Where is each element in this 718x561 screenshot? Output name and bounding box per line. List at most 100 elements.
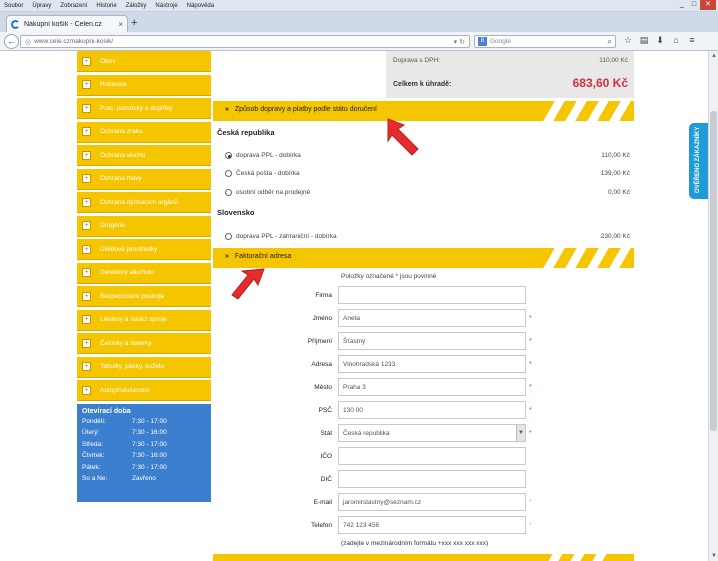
- sidebar-item-ochrana-sluchu[interactable]: + Ochrana sluchu: [77, 145, 211, 166]
- search-icon[interactable]: ⌕: [608, 37, 612, 47]
- shipping-value: 110,00 Kč: [599, 57, 628, 64]
- menu-soubor[interactable]: Soubor: [4, 3, 23, 9]
- address-bar[interactable]: ◎ www.cele.cz/nakupni-kosik/ ▾ ↻: [20, 35, 470, 48]
- company-input[interactable]: [338, 286, 526, 304]
- scroll-up-icon[interactable]: ▲: [709, 51, 718, 61]
- sidebar-item-postroje[interactable]: + Bezpečnostní postroje: [77, 286, 211, 307]
- sidebar-item-tabulky[interactable]: + Tabulky, pásky, kužele: [77, 356, 211, 378]
- menu-upravy[interactable]: Úpravy: [32, 3, 51, 9]
- verified-by-customers-tab[interactable]: OVĚŘENO ZÁKAZNÍKY: [689, 123, 708, 199]
- back-button[interactable]: ←: [4, 34, 19, 49]
- field-row-firma: Firma: [283, 286, 543, 304]
- scroll-down-icon[interactable]: ▼: [709, 551, 718, 561]
- required-fields-note: Položky označené * jsou povinné: [341, 273, 437, 280]
- shipping-option-osobni-odber[interactable]: osobní odběr na prodejně 0,00 Kč: [225, 189, 630, 196]
- shipping-option-ppl-sk[interactable]: doprava PPL - zahraniční - dobírka 230,0…: [225, 233, 630, 240]
- phone-input[interactable]: 742 123 456: [338, 516, 526, 534]
- billing-section-header[interactable]: » Fakturační adresa: [213, 248, 634, 268]
- chevron-down-icon[interactable]: ▼: [516, 425, 525, 441]
- reload-icon[interactable]: ▾ ↻: [454, 38, 465, 46]
- hours-row: Čtvrtek: 7:30 - 16:00: [82, 452, 167, 460]
- toolbar-icons: ☆ ▤ ⬇ ⌂ ≡: [620, 35, 700, 46]
- menu-zalozky[interactable]: Záložky: [126, 3, 147, 9]
- page-scrollbar[interactable]: ▲ ▼: [708, 51, 718, 561]
- close-tab-icon[interactable]: ×: [118, 20, 123, 29]
- sidebar-item-lekarny[interactable]: + Lékárny a hasicí spreje: [77, 309, 211, 331]
- plus-icon: +: [82, 127, 91, 136]
- phone-format-hint: (zadejte v mezinárodním formátu +xxx xxx…: [341, 540, 489, 547]
- last-name-input[interactable]: Šťastný: [338, 332, 526, 350]
- radio-button[interactable]: [225, 233, 232, 240]
- browser-tab[interactable]: Nákupní košík - Celen.cz ×: [6, 15, 128, 32]
- category-sidebar: + Obuv + Rukavice + Prac. pomůcky a doplňky…: [77, 51, 211, 502]
- sidebar-item-ochrana-hlavy[interactable]: + Ochrana hlavy: [77, 168, 211, 190]
- search-placeholder: Google: [490, 38, 511, 45]
- shipping-option-ceska-posta[interactable]: Česká pošta - dobírka 139,00 Kč: [225, 170, 630, 177]
- annotation-arrow-icon: [387, 118, 419, 156]
- radio-button[interactable]: [225, 189, 232, 196]
- tab-strip: Nákupní košík - Celen.cz × +: [0, 12, 718, 32]
- radio-button[interactable]: [225, 152, 232, 159]
- sidebar-item-autoprislusenstvi[interactable]: + Autopříslušenství: [77, 380, 211, 401]
- menu-zobrazeni[interactable]: Zobrazení: [60, 3, 87, 9]
- sidebar-item-uklidove[interactable]: + Úklidové prostředky: [77, 239, 211, 260]
- minimize-button[interactable]: _: [676, 0, 688, 10]
- field-row-psc: PSČ 130 00 *: [283, 401, 543, 419]
- sidebar-item-obuv[interactable]: + Obuv: [77, 51, 211, 72]
- globe-icon: ◎: [25, 38, 32, 46]
- menu-nastroje[interactable]: Nástroje: [155, 3, 177, 9]
- bookmark-star-icon[interactable]: ☆: [620, 35, 636, 46]
- site-favicon-icon: [11, 19, 20, 29]
- sidebar-item-rukavice[interactable]: + Rukavice: [77, 74, 211, 96]
- address-input[interactable]: Vinohradská 1233: [338, 355, 526, 373]
- sidebar-item-ochrana-zraku[interactable]: + Ochrana zraku: [77, 121, 211, 143]
- field-row-prijmeni: Příjmení Šťastný *: [283, 332, 543, 350]
- sidebar-item-pomucky[interactable]: + Prac. pomůcky a doplňky: [77, 98, 211, 119]
- sidebar-item-drogerie[interactable]: + Drogérie: [77, 215, 211, 237]
- field-row-telefon: Telefon 742 123 456 *: [283, 516, 543, 534]
- sidebar-item-ochrana-dychacich[interactable]: + Ochrana dýchacích orgánů: [77, 192, 211, 213]
- next-section-header: [213, 554, 634, 561]
- scrollbar-thumb[interactable]: [710, 111, 717, 431]
- menu-historie[interactable]: Historie: [96, 3, 116, 9]
- new-tab-button[interactable]: +: [131, 17, 137, 29]
- plus-icon: +: [82, 174, 91, 183]
- shipping-label: Doprava s DPH:: [393, 57, 440, 64]
- maximize-button[interactable]: □: [688, 0, 700, 10]
- zip-input[interactable]: 130 00: [338, 401, 526, 419]
- email-input[interactable]: jaromirstastny@seznam.cz: [338, 493, 526, 511]
- order-summary: Doprava s DPH: 110,00 Kč Celkem k úhradě…: [386, 51, 634, 98]
- dic-input[interactable]: [338, 470, 526, 488]
- download-icon[interactable]: ⬇: [652, 35, 668, 46]
- section-marker: »: [225, 253, 229, 260]
- plus-icon: +: [82, 244, 91, 254]
- sidebar-item-celovky[interactable]: + Čelovky a baterky: [77, 333, 211, 354]
- plus-icon: +: [82, 362, 91, 371]
- radio-button[interactable]: [225, 170, 232, 177]
- annotation-arrow-icon: [231, 268, 265, 300]
- search-box[interactable]: 8 Google ⌕: [474, 35, 616, 48]
- menu-napoveda[interactable]: Nápověda: [187, 3, 214, 9]
- menu-icon[interactable]: ≡: [684, 35, 700, 46]
- shipping-option-ppl[interactable]: doprava PPL - dobírka 110,00 Kč: [225, 152, 630, 159]
- ico-input[interactable]: [338, 447, 526, 465]
- sidebar-item-detektory[interactable]: + Detektory alkoholu: [77, 262, 211, 284]
- city-input[interactable]: Praha 3: [338, 378, 526, 396]
- country-select[interactable]: Česká republika ▼: [338, 424, 526, 442]
- plus-icon: +: [82, 221, 91, 230]
- navigation-bar: ← ◎ www.cele.cz/nakupni-kosik/ ▾ ↻ 8 Goo…: [0, 32, 718, 51]
- plus-icon: +: [82, 150, 91, 160]
- section-marker: »: [225, 106, 229, 113]
- close-window-button[interactable]: ✕: [700, 0, 716, 10]
- hours-row: Pondělí: 7:30 - 17:00: [82, 417, 167, 425]
- field-row-email: E-mail jaromirstastny@seznam.cz *: [283, 493, 543, 511]
- field-row-adresa: Adresa Vinohradská 1233 *: [283, 355, 543, 373]
- field-row-stat: Stát Česká republika ▼ *: [283, 424, 543, 442]
- shipping-section-title: Způsob dopravy a platby podle státu doru…: [234, 106, 377, 113]
- field-row-jmeno: Jméno Aneta *: [283, 309, 543, 327]
- total-value: 683,60 Kč: [572, 76, 628, 90]
- home-icon[interactable]: ⌂: [668, 35, 684, 46]
- google-icon: 8: [478, 37, 487, 46]
- bookmarks-icon[interactable]: ▤: [636, 35, 652, 46]
- first-name-input[interactable]: Aneta: [338, 309, 526, 327]
